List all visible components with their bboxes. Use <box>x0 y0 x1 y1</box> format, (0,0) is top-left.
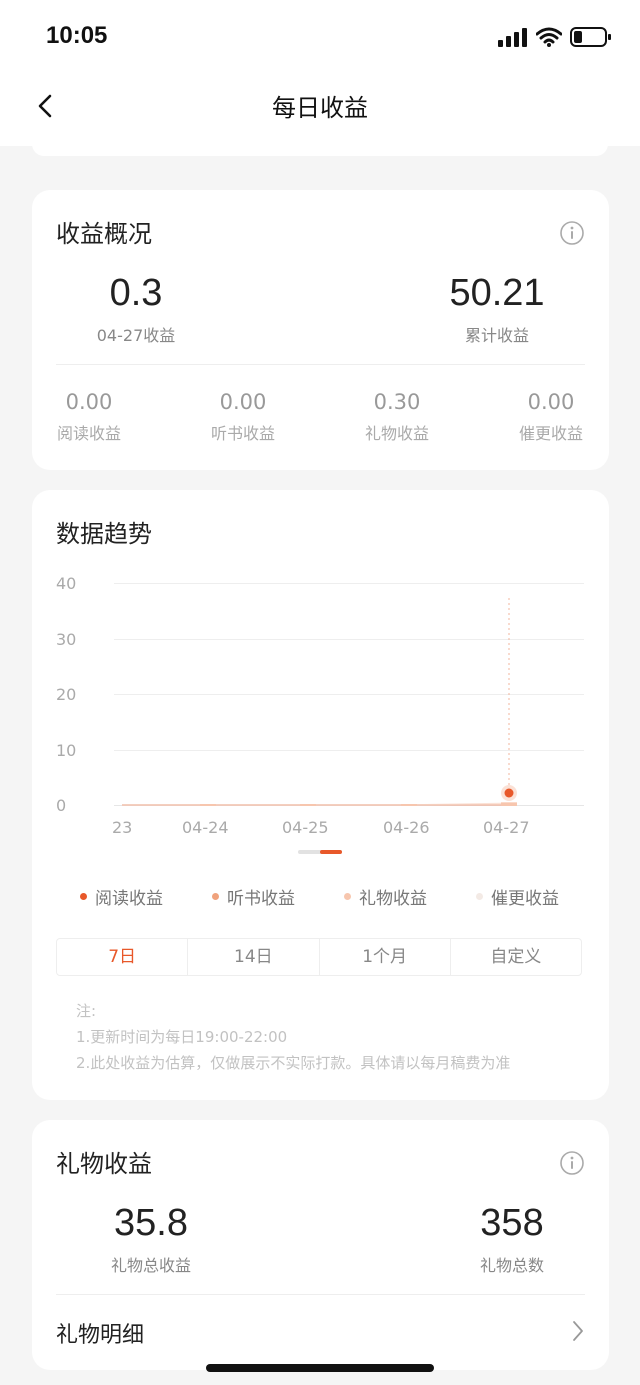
page-title: 每日收益 <box>272 94 368 122</box>
gift-title: 礼物收益 <box>56 1150 152 1178</box>
legend-label: 礼物收益 <box>359 889 427 909</box>
total-income-label: 累计收益 <box>464 326 529 345</box>
reading-income-label: 阅读收益 <box>56 424 121 443</box>
x-tick-label: 04-24 <box>182 818 229 837</box>
nav-bar: 每日收益 <box>0 70 640 146</box>
gift-detail-row[interactable]: 礼物明细 <box>32 1295 609 1365</box>
urge-income-value: 0.00 <box>527 390 575 414</box>
gift-total-income-label: 礼物总收益 <box>110 1256 191 1275</box>
note-line-1: 1.更新时间为每日19:00-22:00 <box>76 1028 288 1046</box>
info-icon[interactable] <box>559 1150 585 1176</box>
x-tick-label: 23 <box>112 818 133 837</box>
gift-income-label: 礼物收益 <box>364 424 429 443</box>
legend-item-gift[interactable]: 礼物收益 <box>344 884 427 909</box>
gift-total-count-label: 礼物总数 <box>479 1256 544 1275</box>
tab-custom[interactable]: 自定义 <box>451 939 581 975</box>
legend-dot <box>476 893 483 900</box>
gift-income-value: 0.30 <box>373 390 421 414</box>
today-income-value: 0.3 <box>109 272 163 314</box>
status-icons <box>498 26 612 48</box>
note-line-2: 2.此处收益为估算，仅做展示不实际打款。具体请以每月稿费为准 <box>76 1054 511 1072</box>
x-tick-label: 04-25 <box>282 818 329 837</box>
reading-income-value: 0.00 <box>65 390 113 414</box>
legend-dot <box>80 893 87 900</box>
legend-label: 催更收益 <box>491 889 559 909</box>
legend-label: 阅读收益 <box>95 889 163 909</box>
data-point <box>300 804 316 806</box>
overview-card: 收益概况 0.3 04-27收益 50.21 累计收益 0.00 阅读收益 0.… <box>32 190 609 470</box>
tab-1-month[interactable]: 1个月 <box>320 939 451 975</box>
overview-divider <box>56 364 585 365</box>
audio-income-value: 0.00 <box>219 390 267 414</box>
gift-total-income-value: 35.8 <box>114 1202 188 1244</box>
audio-income-label: 听书收益 <box>210 424 275 443</box>
gift-card: 礼物收益 35.8 礼物总收益 358 礼物总数 礼物明细 <box>32 1120 609 1370</box>
today-income-label: 04-27收益 <box>96 326 176 345</box>
signal-icon <box>498 28 527 47</box>
urge-income-label: 催更收益 <box>518 424 583 443</box>
chart-plot <box>122 598 517 806</box>
legend-label: 听书收益 <box>227 889 295 909</box>
data-point <box>200 804 216 806</box>
x-tick-label: 04-26 <box>383 818 430 837</box>
tab-7-days[interactable]: 7日 <box>57 939 189 975</box>
legend-item-urge[interactable]: 催更收益 <box>476 884 559 909</box>
legend-dot <box>212 893 219 900</box>
legend-item-audio[interactable]: 听书收益 <box>212 884 295 909</box>
gift-total-count-value: 358 <box>480 1202 544 1244</box>
legend-item-reading[interactable]: 阅读收益 <box>80 884 163 909</box>
trend-chart: 40 30 20 10 0 23 04-24 04-25 04-26 04-27 <box>32 490 609 860</box>
x-tick-label: 04-27 <box>483 818 530 837</box>
chart-scroll-thumb[interactable] <box>320 850 342 854</box>
chevron-right-icon <box>573 1321 583 1341</box>
status-bar: 10:05 <box>0 0 640 70</box>
total-income-value: 50.21 <box>449 272 545 314</box>
battery-icon <box>570 27 611 47</box>
overview-title: 收益概况 <box>56 220 152 248</box>
info-icon[interactable] <box>559 220 585 246</box>
gift-detail-label: 礼物明细 <box>56 1323 145 1348</box>
legend-dot <box>344 893 351 900</box>
chart-scroll-indicator[interactable] <box>298 850 342 854</box>
home-indicator <box>206 1364 434 1372</box>
trend-card: 数据趋势 40 30 20 10 0 23 04-24 04-25 04-26 … <box>32 490 609 1100</box>
highlight-point[interactable] <box>504 788 514 798</box>
previous-card-edge <box>32 144 608 156</box>
tab-14-days[interactable]: 14日 <box>188 939 320 975</box>
wifi-icon <box>536 27 562 47</box>
range-tabs: 7日 14日 1个月 自定义 <box>56 938 582 976</box>
status-time: 10:05 <box>46 22 108 49</box>
data-point <box>501 804 517 806</box>
data-point <box>401 804 417 806</box>
note-heading: 注: <box>76 1002 97 1020</box>
